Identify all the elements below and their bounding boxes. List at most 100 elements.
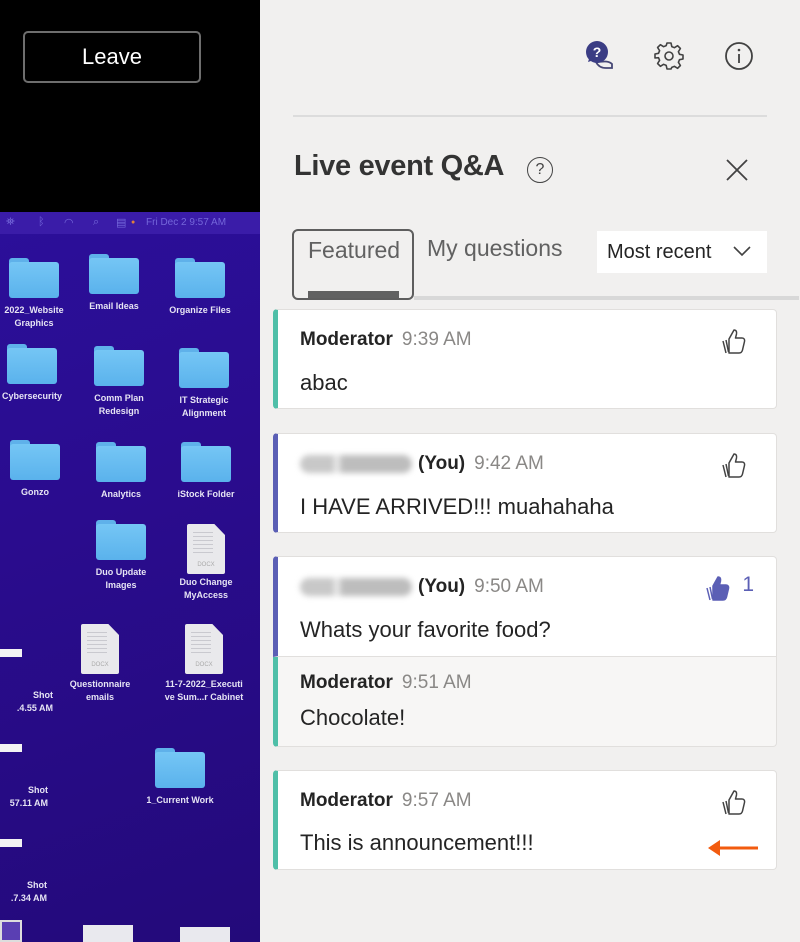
folder-icon: [89, 254, 139, 294]
tab-my-questions[interactable]: My questions: [427, 235, 563, 262]
close-button[interactable]: [722, 155, 752, 185]
desktop-screenshot[interactable]: Shot .7.34 AM: [0, 873, 47, 905]
gear-icon[interactable]: [653, 40, 685, 72]
desktop-item-label: Organize Files: [169, 305, 231, 315]
desktop-folder[interactable]: 2022_Website Graphics: [0, 258, 79, 330]
desktop-item-label: 11-7-2022_Executi ve Sum...r Cabinet: [164, 679, 244, 702]
message-time: 9:39 AM: [401, 329, 472, 350]
desktop-folder[interactable]: 1_Current Work: [135, 748, 225, 807]
folder-icon: [179, 348, 229, 388]
folder-icon: [96, 520, 146, 560]
document-thumbnail[interactable]: [180, 927, 230, 942]
desktop-folder[interactable]: Duo Update Images: [76, 520, 166, 592]
qa-panel: ? Live event Q&A ? Featured My questions…: [260, 0, 800, 942]
message-text: I HAVE ARRIVED!!! muahahaha: [300, 494, 614, 519]
screenshot-thumbnail[interactable]: [0, 839, 22, 847]
desktop-folder[interactable]: IT Strategic Alignment: [159, 348, 249, 420]
desktop-folder[interactable]: Comm Plan Redesign: [74, 346, 164, 418]
help-icon[interactable]: ?: [527, 157, 553, 183]
message-time: 9:57 AM: [401, 790, 472, 811]
desktop-item-label: Analytics: [100, 489, 142, 499]
doc-extension: DOCX: [91, 662, 109, 668]
header-divider: [293, 115, 767, 117]
screenshot-thumbnail[interactable]: [0, 649, 22, 657]
screenshot-thumbnail[interactable]: [0, 744, 22, 752]
message-time: 9:51 AM: [401, 672, 472, 693]
you-tag: (You): [418, 576, 466, 597]
video-pane: Leave ⛯ ᛒ ◠ ⌕ ▤ ● Fri Dec 2 9:57 AM 2022…: [0, 0, 260, 942]
wifi-icon: ◠: [64, 217, 74, 229]
redacted-author-name: [300, 578, 412, 596]
desktop-folder[interactable]: iStock Folder: [161, 442, 251, 501]
qa-message: (You) 9:42 AM I HAVE ARRIVED!!! muahahah…: [273, 433, 777, 533]
info-icon[interactable]: [723, 40, 755, 72]
message-text: This is announcement!!!: [300, 830, 534, 855]
you-tag: (You): [418, 453, 466, 474]
thumbs-up-icon: [722, 329, 746, 354]
folder-icon: [155, 748, 205, 788]
author-name: Moderator: [300, 672, 393, 693]
message-text: Whats your favorite food?: [300, 617, 551, 642]
folder-icon: [9, 258, 59, 298]
folder-icon: [94, 346, 144, 386]
message-text: abac: [300, 370, 348, 395]
like-count: 1: [742, 573, 754, 596]
svg-text:?: ?: [593, 44, 602, 60]
like-button[interactable]: [720, 788, 748, 816]
sort-dropdown[interactable]: Most recent: [597, 231, 767, 273]
desktop-item-label: Duo Update Images: [95, 567, 147, 590]
search-icon: ⌕: [93, 216, 100, 228]
desktop-item-label: IT Strategic Alignment: [179, 395, 229, 418]
document-thumbnail[interactable]: [83, 925, 133, 942]
folder-icon: [10, 440, 60, 480]
qa-icon[interactable]: ?: [584, 40, 616, 72]
like-button[interactable]: [704, 574, 732, 602]
like-button[interactable]: [720, 451, 748, 479]
tab-featured[interactable]: Featured: [292, 229, 414, 300]
qa-message: Moderator 9:57 AM This is announcement!!…: [273, 770, 777, 870]
desktop-item-label: Questionnaire emails: [69, 679, 131, 702]
like-button[interactable]: [720, 327, 748, 355]
panel-title: Live event Q&A: [294, 150, 505, 182]
desktop-folder[interactable]: Organize Files: [155, 258, 245, 317]
annotation-arrow-icon: [708, 840, 758, 856]
folder-icon: [96, 442, 146, 482]
folder-icon: [181, 442, 231, 482]
thumbs-up-icon: [722, 790, 746, 815]
desktop-item-label: Shot .4.55 AM: [16, 690, 53, 713]
thumbs-up-icon: [722, 453, 746, 478]
desktop-item-label: 2022_Website Graphics: [4, 305, 64, 328]
desktop-folder[interactable]: Gonzo: [0, 440, 80, 499]
shared-screen-desktop: ⛯ ᛒ ◠ ⌕ ▤ ● Fri Dec 2 9:57 AM 2022_Websi…: [0, 212, 260, 942]
image-thumbnail[interactable]: [0, 920, 22, 942]
recording-dot-icon: ●: [131, 219, 136, 226]
desktop-item-label: 1_Current Work: [146, 795, 214, 805]
doc-extension: DOCX: [195, 662, 213, 668]
document-icon: DOCX: [187, 524, 225, 574]
message-time: 9:42 AM: [474, 453, 544, 474]
desktop-folder[interactable]: Analytics: [76, 442, 166, 501]
screen: Leave ⛯ ᛒ ◠ ⌕ ▤ ● Fri Dec 2 9:57 AM 2022…: [0, 0, 800, 942]
leave-button[interactable]: Leave: [23, 31, 201, 83]
desktop-docx[interactable]: DOCX Questionnaire emails: [55, 624, 145, 704]
desktop-docx[interactable]: DOCX 11-7-2022_Executi ve Sum...r Cabine…: [159, 624, 249, 704]
close-icon: [726, 159, 748, 181]
thumbs-up-filled-icon: [706, 576, 730, 601]
desktop-docx[interactable]: DOCX Duo Change MyAccess: [161, 524, 251, 602]
control-center-icon: ▤: [116, 217, 127, 229]
desktop-screenshot[interactable]: Shot .4.55 AM: [0, 683, 53, 715]
tabs-baseline: [414, 296, 799, 300]
desktop-folder[interactable]: Email Ideas: [69, 254, 159, 313]
tab-label: Featured: [308, 237, 401, 263]
document-icon: DOCX: [185, 624, 223, 674]
desktop-folder[interactable]: Cybersecurity: [0, 344, 77, 403]
desktop-item-label: Email Ideas: [89, 301, 139, 311]
message-text: Chocolate!: [300, 705, 406, 730]
sort-selected-value: Most recent: [607, 240, 712, 263]
desktop-screenshot[interactable]: Shot 57.11 AM: [0, 778, 48, 810]
desktop-item-label: Comm Plan Redesign: [94, 393, 144, 416]
qa-message: (You) 9:50 AM Whats your favorite food? …: [273, 556, 777, 657]
moderator-reply: Moderator 9:51 AM Chocolate!: [273, 657, 777, 747]
doc-extension: DOCX: [197, 562, 215, 568]
desktop-item-label: iStock Folder: [177, 489, 235, 499]
